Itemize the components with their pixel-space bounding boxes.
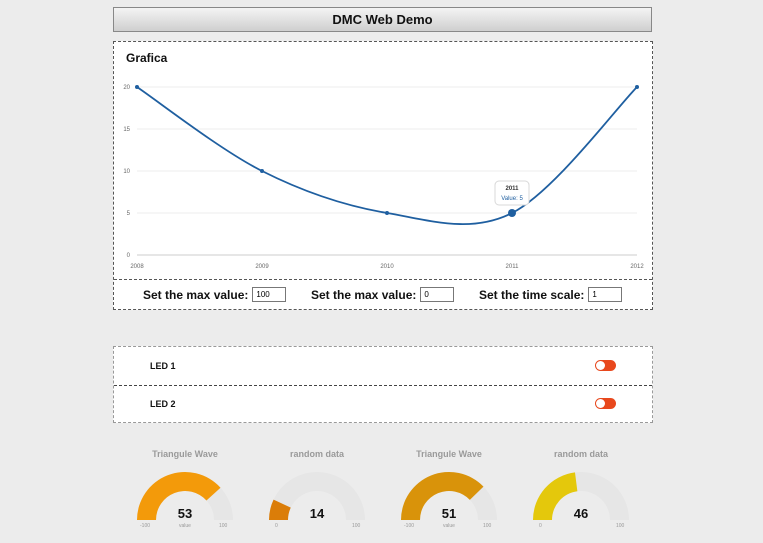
gauge-max: 100 [352, 523, 361, 529]
led-row: LED 2 [114, 385, 652, 423]
tooltip-value: Value: 5 [501, 196, 523, 202]
gauge: Triangule Wave 53 -100 value 100 [135, 447, 235, 537]
gauge-min: 0 [275, 523, 278, 529]
control-label: Set the max value: [143, 287, 249, 302]
gauge-unit: value [179, 523, 191, 529]
data-point [135, 85, 139, 89]
x-tick-label: 2008 [130, 264, 144, 270]
x-tick-label: 2011 [506, 264, 520, 270]
control-min-value: Set the max value: [311, 287, 455, 302]
y-tick-label: 20 [123, 85, 130, 91]
time-scale-input[interactable] [588, 287, 623, 302]
led-2-toggle[interactable] [595, 398, 616, 409]
chart-panel: Grafica 0 5 10 15 20 2008 2009 2010 2011 2012 2011… [113, 41, 653, 310]
line-chart: 0 5 10 15 20 2008 2009 2010 2011 2012 2011 Value: 5 [123, 85, 644, 270]
gauge-max: 100 [483, 523, 492, 529]
gauge: Triangule Wave 51 -100 value 100 [399, 447, 499, 537]
gauge-value: 53 [177, 506, 193, 521]
gauge-max: 100 [616, 523, 625, 529]
led-label: LED 2 [150, 399, 176, 409]
x-tick-label: 2012 [630, 264, 644, 270]
data-point [508, 209, 516, 217]
control-label: Set the time scale: [479, 287, 585, 302]
x-tick-label: 2010 [380, 264, 394, 270]
app-title: DMC Web Demo [332, 12, 433, 27]
led-panel: LED 1 LED 2 [113, 346, 653, 423]
gauge: random data 46 0 100 [531, 447, 631, 537]
gauge-min: 0 [539, 523, 542, 529]
max-value-input-2[interactable] [420, 287, 455, 302]
y-tick-label: 10 [123, 169, 130, 175]
app-header: DMC Web Demo [113, 7, 652, 32]
gauge-value: 51 [441, 506, 457, 521]
y-tick-label: 0 [127, 253, 131, 259]
gauge: random data 14 0 100 [267, 447, 367, 537]
gauge-min: -100 [140, 523, 151, 529]
x-tick-label: 2009 [255, 264, 269, 270]
max-value-input[interactable] [252, 287, 287, 302]
toggle-knob [596, 361, 605, 370]
toggle-knob [596, 399, 605, 408]
led-label: LED 1 [150, 361, 176, 371]
data-point [635, 85, 639, 89]
gauge-value: 14 [309, 506, 325, 521]
data-point [260, 169, 264, 173]
gauge-max: 100 [219, 523, 228, 529]
y-tick-label: 5 [127, 211, 131, 217]
gauge-value: 46 [573, 506, 589, 521]
y-tick-label: 15 [123, 127, 130, 133]
data-point [385, 211, 389, 215]
tooltip-title: 2011 [505, 186, 519, 192]
control-time-scale: Set the time scale: [479, 287, 623, 302]
gauge-min: -100 [404, 523, 415, 529]
control-max-value: Set the max value: [143, 287, 287, 302]
control-label: Set the max value: [311, 287, 417, 302]
led-1-toggle[interactable] [595, 360, 616, 371]
controls-bar: Set the max value: Set the max value: Se… [114, 279, 652, 310]
led-row: LED 1 [114, 347, 652, 386]
gauge-unit: value [443, 523, 455, 529]
series-line [136, 86, 638, 225]
